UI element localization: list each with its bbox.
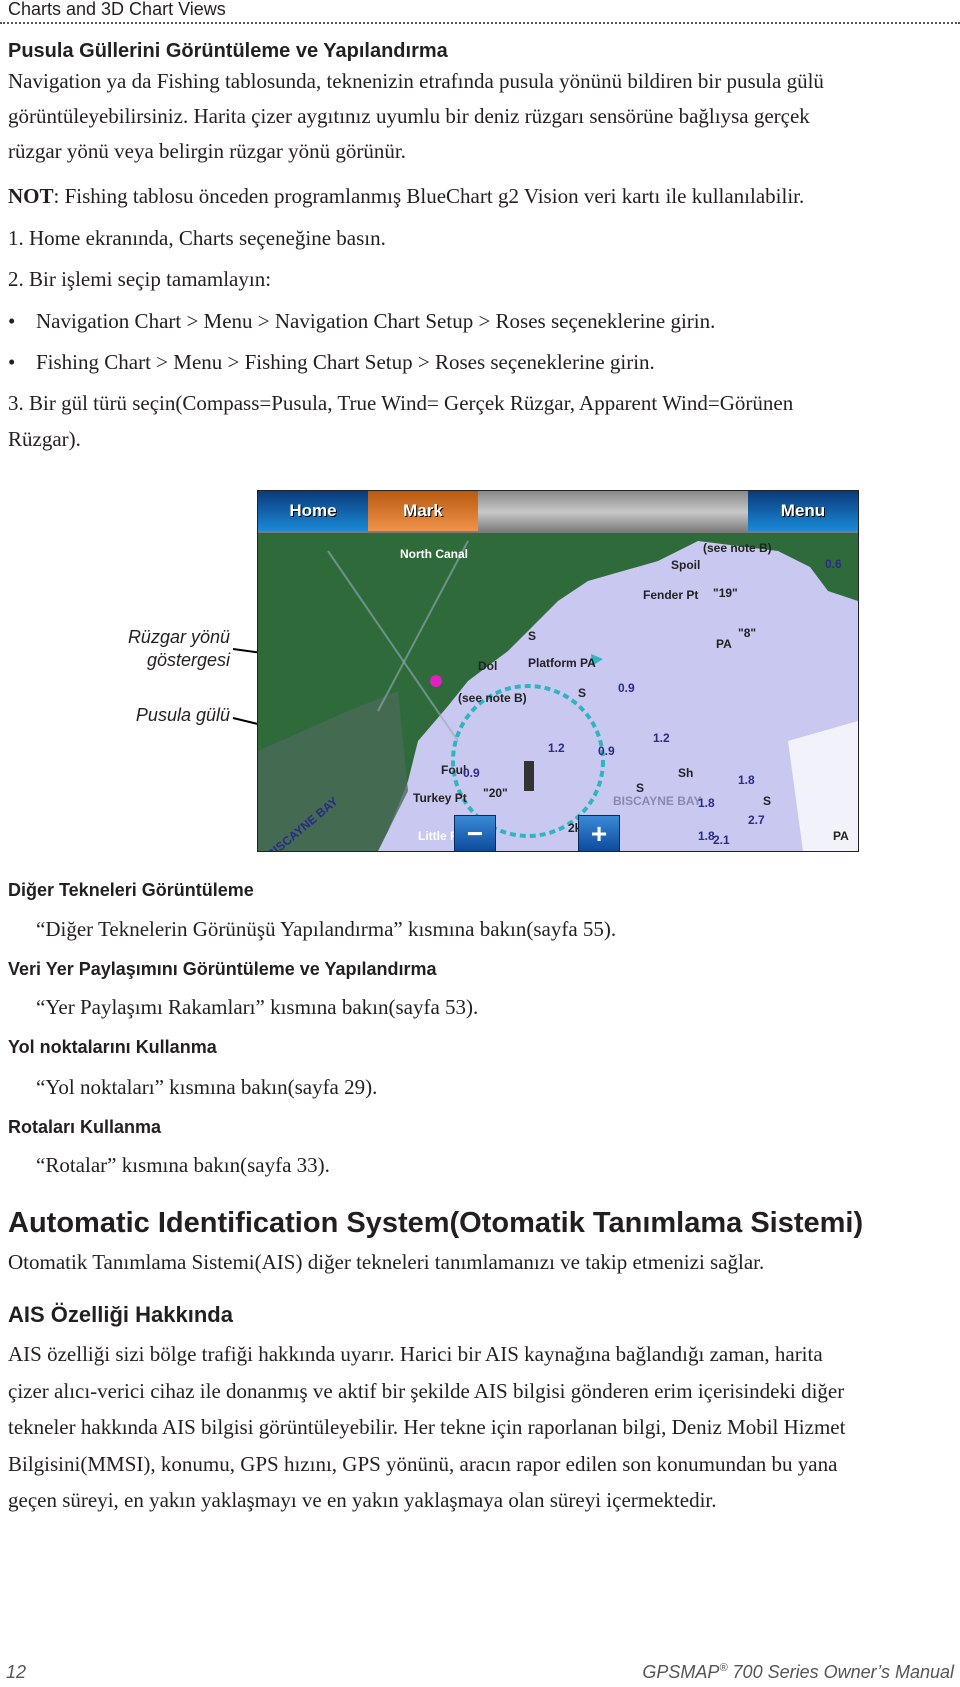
- depth-label: 1.2: [653, 731, 670, 745]
- map-label: Platform PA: [528, 656, 596, 670]
- map-label: (see note B): [703, 541, 772, 555]
- map-label: PA: [833, 829, 849, 843]
- map-label: North Canal: [400, 547, 469, 561]
- depth-label: 2.7: [748, 813, 765, 827]
- depth-label: 0.9: [463, 766, 480, 780]
- depth-label: 1.2: [548, 741, 565, 755]
- map-label: Sh: [678, 766, 694, 780]
- depth-label: 1.8: [738, 773, 755, 787]
- chart-screenshot: Home Mark Menu North Canal (see note B) …: [257, 490, 859, 852]
- manual-title: GPSMAP® 700 Series Owner’s Manual: [642, 1662, 954, 1682]
- zoom-out-button[interactable]: −: [454, 815, 496, 851]
- depth-label: 0.9: [598, 744, 615, 758]
- map-label: S: [763, 794, 772, 808]
- map-label: Dol: [478, 659, 498, 673]
- section-text: “Yer Paylaşımı Rakamları” kısmına bakın(…: [36, 995, 479, 1019]
- depth-label: 0.9: [618, 681, 635, 695]
- map-label: S: [578, 686, 587, 700]
- map-label: PA: [716, 637, 732, 651]
- home-button[interactable]: Home: [258, 491, 368, 531]
- map-label: "19": [713, 586, 738, 600]
- section-heading: Rotaları Kullanma: [8, 1117, 162, 1137]
- ais-body-line: Bilgisini(MMSI), konumu, GPS hızını, GPS…: [8, 1452, 838, 1476]
- ais-body-line: AIS özelliği sizi bölge trafiği hakkında…: [8, 1342, 823, 1366]
- zoom-in-button[interactable]: +: [578, 815, 620, 851]
- ais-body-line: çizer alıcı-verici cihaz ile donanmış ve…: [8, 1379, 845, 1403]
- map-label: "20": [483, 786, 508, 800]
- ais-heading: Automatic Identification System(Otomatik…: [8, 1207, 864, 1239]
- depth-label: 2.1: [713, 833, 730, 847]
- section-text: “Yol noktaları” kısmına bakın(sayfa 29).: [36, 1075, 378, 1099]
- section-heading: Diğer Tekneleri Görüntüleme: [8, 880, 254, 900]
- mark-button[interactable]: Mark: [368, 491, 478, 531]
- ais-body-line: geçen süreyi, en yakın yaklaşmayı ve en …: [8, 1488, 717, 1512]
- ais-subheading: AIS Özelliği Hakkında: [8, 1302, 233, 1327]
- section-text: “Diğer Teknelerin Görünüşü Yapılandırma”…: [36, 917, 617, 941]
- boat-icon: [524, 761, 534, 791]
- menu-button[interactable]: Menu: [748, 491, 858, 531]
- map-label: BISCAYNE BAY: [613, 794, 702, 808]
- depth-label: 1.8: [698, 796, 715, 810]
- depth-label: 0.6: [825, 557, 842, 571]
- map-label: Fender Pt: [643, 588, 699, 602]
- page-number: 12: [6, 1662, 27, 1682]
- section-heading: Yol noktalarını Kullanma: [8, 1037, 217, 1057]
- ais-intro: Otomatik Tanımlama Sistemi(AIS) diğer te…: [8, 1250, 765, 1274]
- map-label: Spoil: [671, 558, 701, 572]
- section-heading: Veri Yer Paylaşımını Görüntüleme ve Yapı…: [8, 959, 437, 979]
- map-label: S: [636, 781, 645, 795]
- map-label: S: [528, 629, 537, 643]
- section-text: “Rotalar” kısmına bakın(sayfa 33).: [36, 1153, 330, 1177]
- ais-body-line: tekneler hakkında AIS bilgisi görüntüley…: [8, 1415, 846, 1439]
- chart-toolbar: Home Mark Menu: [258, 491, 858, 533]
- map-label: (see note B): [458, 691, 527, 705]
- map-label: "8": [738, 626, 757, 640]
- map-label: Turkey Pt: [413, 791, 467, 805]
